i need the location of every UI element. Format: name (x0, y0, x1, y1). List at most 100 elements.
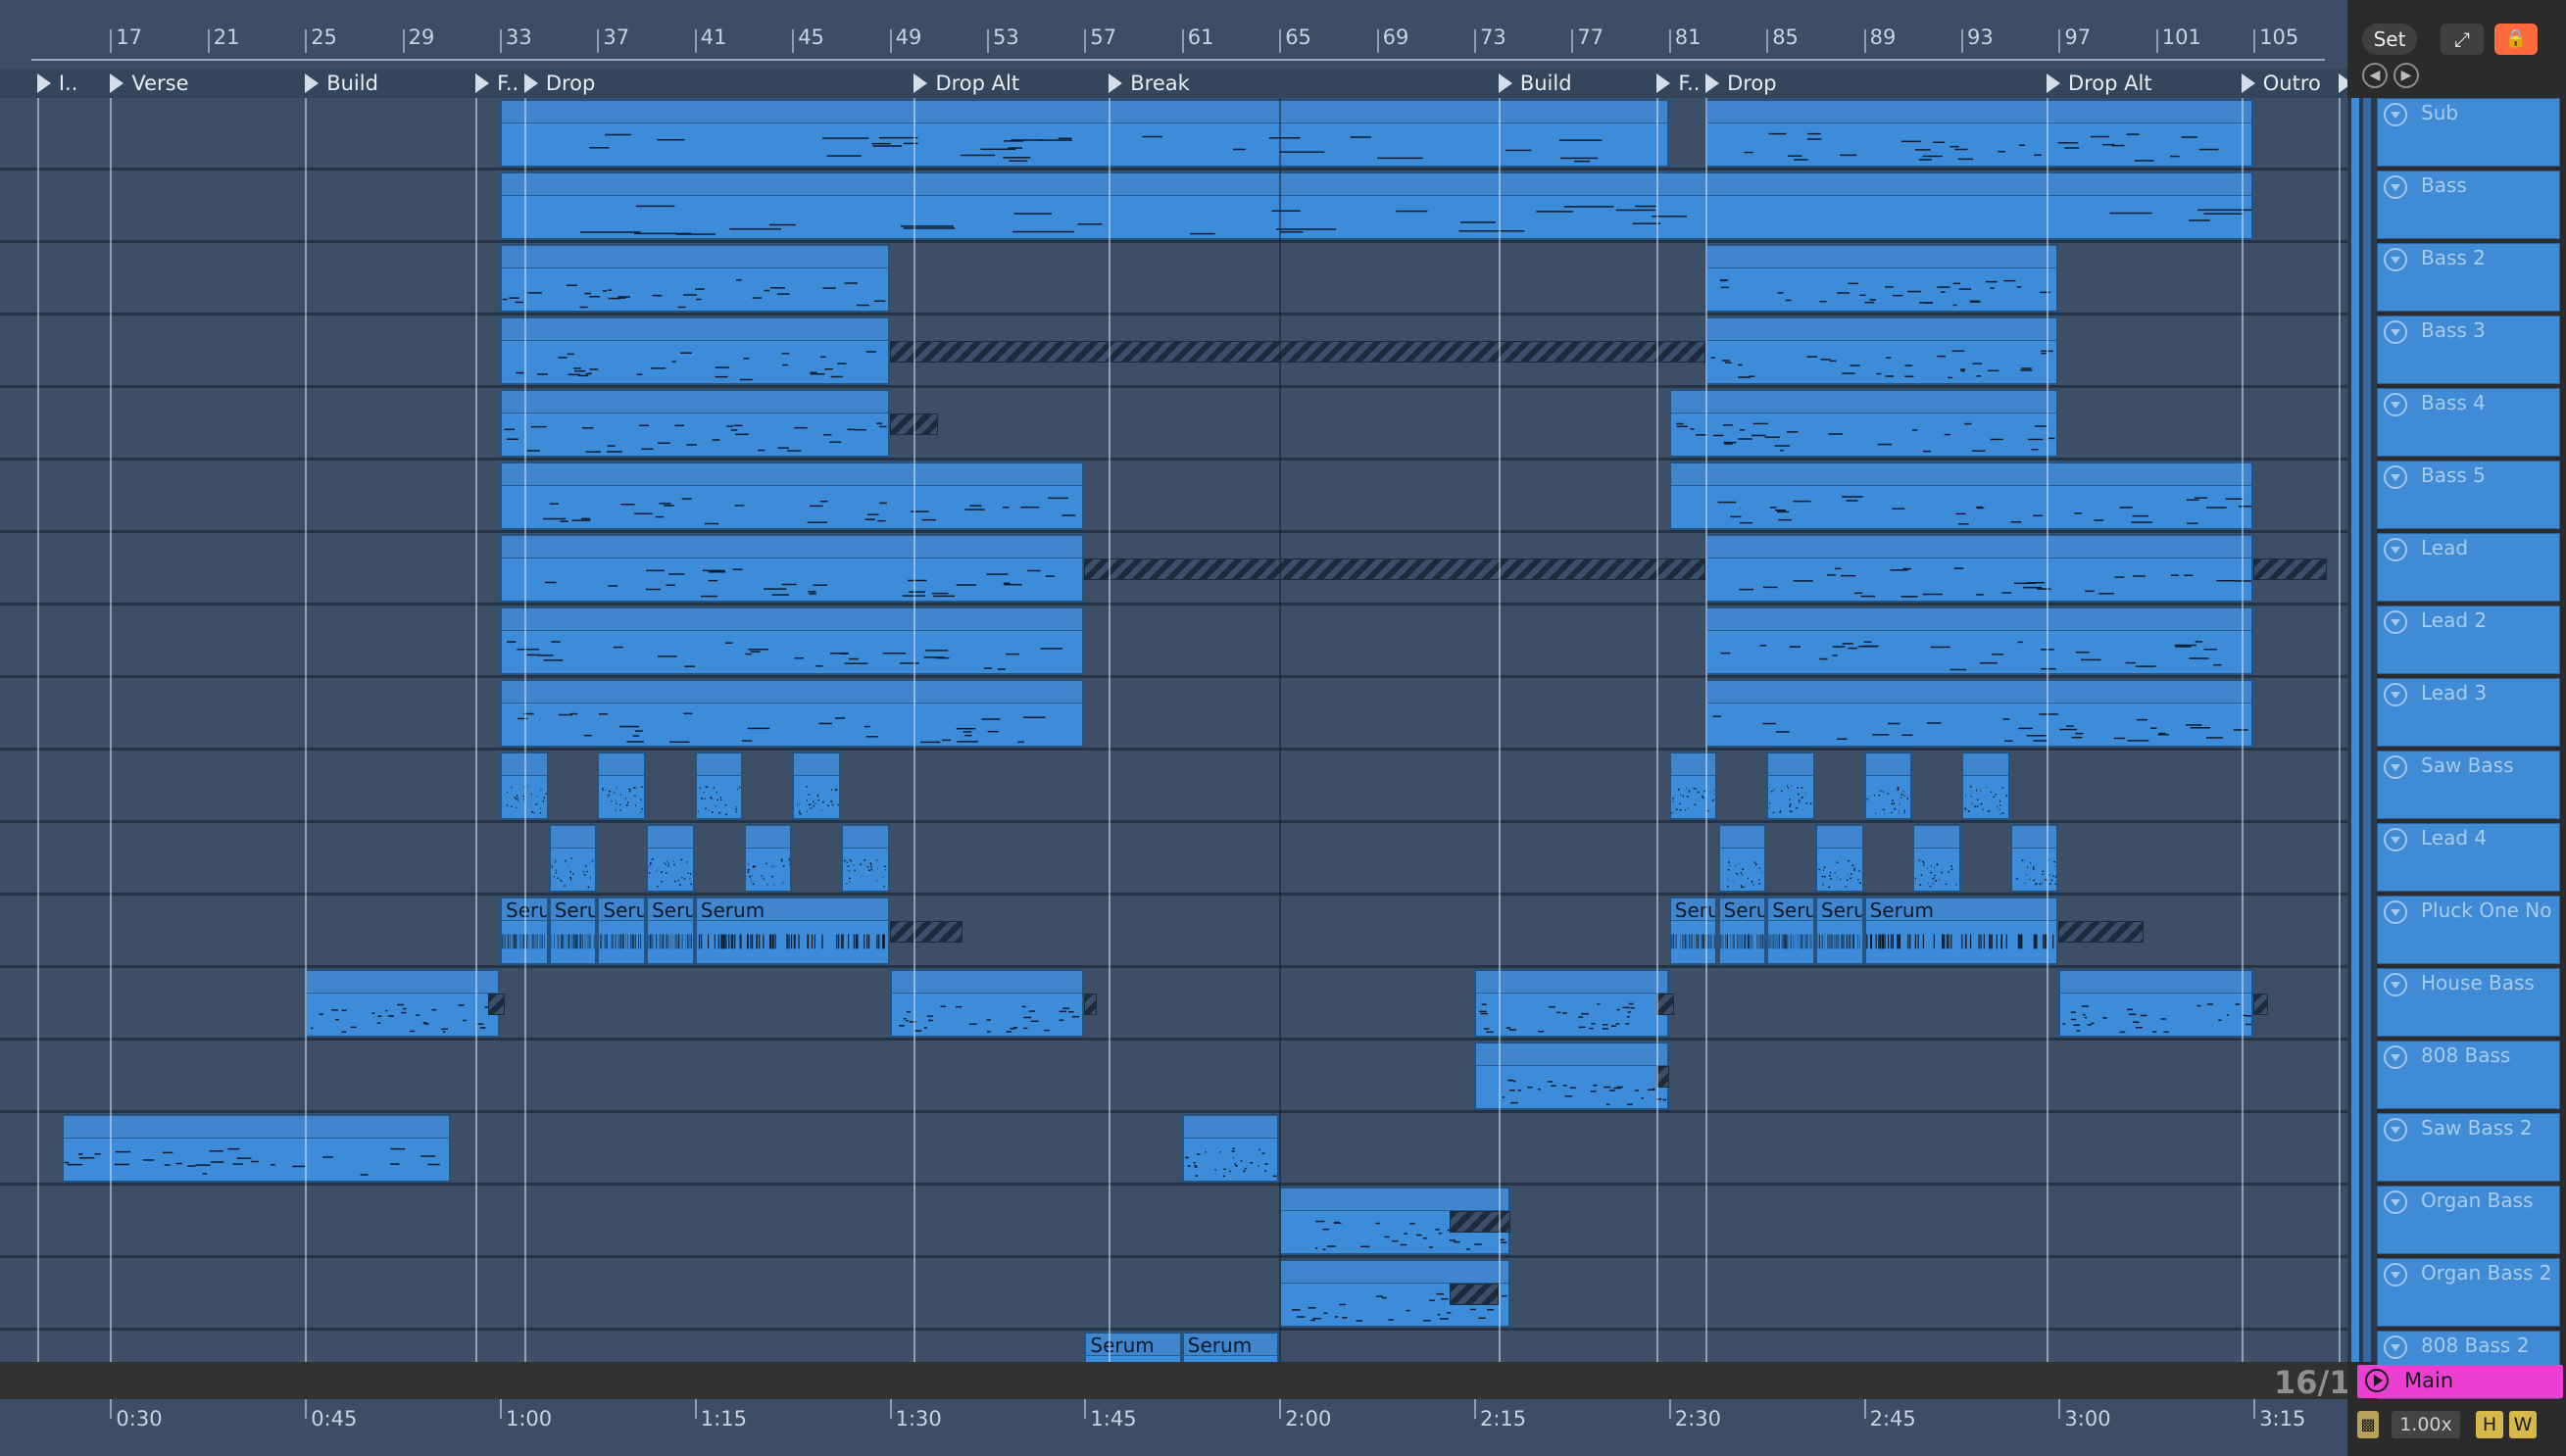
h-button[interactable]: H (2476, 1411, 2503, 1438)
track-header[interactable]: Saw Bass 2 (2377, 1113, 2560, 1182)
zoom-value[interactable]: 1.00x (2392, 1411, 2460, 1438)
locator-marker[interactable]: F.. (1656, 69, 1702, 98)
track-header[interactable]: Pluck One No (2377, 896, 2560, 964)
track-header[interactable]: Bass 5 (2377, 461, 2560, 529)
main-track-header[interactable]: Main (2357, 1365, 2563, 1398)
clip[interactable] (1668, 389, 2059, 458)
clip[interactable] (743, 824, 793, 893)
loop-brace[interactable] (31, 59, 2325, 61)
fold-icon[interactable] (2384, 1118, 2407, 1141)
clip[interactable] (1181, 1114, 1280, 1183)
locator-marker[interactable]: Build (305, 69, 471, 98)
clip[interactable] (646, 824, 695, 893)
locator-marker[interactable]: Break (1109, 69, 1495, 98)
locator-marker[interactable]: Drop (523, 69, 911, 98)
clip[interactable] (500, 534, 1085, 603)
clip[interactable] (1668, 752, 1718, 820)
clip[interactable] (1705, 99, 2254, 168)
locator-marker[interactable]: Verse (110, 69, 301, 98)
track-header[interactable]: 808 Bass (2377, 1041, 2560, 1109)
fold-icon[interactable] (2384, 755, 2407, 779)
locator-marker[interactable]: F.. (475, 69, 520, 98)
clip[interactable]: Seru (1766, 897, 1815, 965)
locator-marker[interactable]: Drop Alt (913, 69, 1105, 98)
locator-lane[interactable]: I.. Verse Build F.. Drop Drop Alt Break Build F.… (0, 69, 2366, 100)
clip[interactable] (597, 752, 647, 820)
clip[interactable] (500, 607, 1085, 675)
clip[interactable] (1814, 824, 1864, 893)
previous-locator-icon[interactable]: ◀ (2362, 63, 2388, 88)
track-header[interactable]: Organ Bass 2 (2377, 1258, 2560, 1327)
fold-icon[interactable] (2384, 1263, 2407, 1286)
clip[interactable] (1863, 752, 1913, 820)
clip[interactable] (1717, 824, 1767, 893)
track-header[interactable]: Bass 2 (2377, 243, 2560, 312)
locator-marker[interactable]: Build (1498, 69, 1653, 98)
clip[interactable] (792, 752, 841, 820)
clip[interactable] (500, 679, 1085, 748)
clip[interactable] (548, 824, 598, 893)
clip[interactable] (1474, 1042, 1669, 1110)
fold-icon[interactable] (2384, 393, 2407, 416)
fold-icon[interactable] (2384, 1335, 2407, 1359)
clip[interactable] (500, 461, 1085, 530)
clip[interactable] (1705, 316, 2059, 385)
set-button[interactable]: Set (2362, 24, 2417, 55)
locator-marker[interactable]: I.. (36, 69, 107, 98)
clip[interactable] (840, 824, 890, 893)
lock-icon[interactable]: 🔒 (2494, 24, 2538, 55)
beat-time-ruler[interactable]: 17 21 25 29 33 37 41 45 49 53 57 61 65 69 73 77 81 85 89 93… (0, 0, 2347, 69)
track-header[interactable]: Sub (2377, 98, 2560, 167)
clip[interactable]: Seru (1668, 897, 1718, 965)
fold-icon[interactable] (2384, 610, 2407, 634)
fold-icon[interactable] (2384, 683, 2407, 706)
fold-icon[interactable] (2384, 538, 2407, 561)
track-lane[interactable] (0, 1186, 2347, 1258)
play-icon[interactable] (2365, 1369, 2389, 1392)
locator-marker[interactable]: Drop Alt (2046, 69, 2238, 98)
track-lane[interactable] (0, 823, 2347, 896)
track-header[interactable]: Bass (2377, 170, 2560, 239)
track-header[interactable]: House Bass (2377, 968, 2560, 1037)
track-header[interactable]: Saw Bass (2377, 751, 2560, 819)
clip[interactable] (1766, 752, 1815, 820)
clip[interactable] (1912, 824, 1961, 893)
fold-icon[interactable] (2384, 103, 2407, 126)
locator-marker[interactable]: Drop (1705, 69, 2043, 98)
track-header[interactable]: Organ Bass (2377, 1186, 2560, 1254)
clip[interactable] (500, 389, 890, 458)
fold-icon[interactable] (2384, 175, 2407, 199)
clip[interactable] (1961, 752, 2010, 820)
track-lane[interactable] (0, 1258, 2347, 1331)
clip[interactable] (500, 171, 2254, 240)
fold-icon[interactable] (2384, 465, 2407, 489)
clip[interactable]: Serum (1181, 1332, 1280, 1362)
fold-icon[interactable] (2384, 973, 2407, 996)
w-button[interactable]: W (2509, 1411, 2537, 1438)
clip[interactable] (694, 752, 744, 820)
arrangement-grid[interactable]: Seru Seru Seru Seru Serum Seru Seru Seru Seru Ser… (0, 98, 2347, 1362)
clip[interactable]: Serum (1863, 897, 2059, 965)
clip[interactable]: Serum (1084, 1332, 1182, 1362)
track-header[interactable]: Lead 2 (2377, 606, 2560, 674)
track-header[interactable]: Lead (2377, 533, 2560, 602)
clip[interactable] (500, 99, 1669, 168)
clip[interactable] (1705, 607, 2254, 675)
fold-icon[interactable] (2384, 900, 2407, 924)
follow-tempo-icon[interactable]: ▩ (2357, 1411, 2379, 1438)
clip[interactable] (500, 316, 890, 385)
clip[interactable]: Seru (1814, 897, 1864, 965)
expand-icon[interactable]: ⤢ (2441, 24, 2484, 55)
clip[interactable] (2058, 969, 2254, 1038)
clip[interactable]: Seru (646, 897, 695, 965)
clip[interactable] (61, 1114, 452, 1183)
track-lane[interactable] (0, 1041, 2347, 1113)
next-locator-icon[interactable]: ▶ (2393, 63, 2419, 88)
track-header[interactable]: Bass 3 (2377, 315, 2560, 384)
clip[interactable]: Seru (1717, 897, 1767, 965)
clip[interactable] (1474, 969, 1669, 1038)
fold-icon[interactable] (2384, 1190, 2407, 1214)
clip[interactable]: Seru (597, 897, 647, 965)
clip[interactable] (2009, 824, 2059, 893)
clip[interactable]: Seru (548, 897, 598, 965)
